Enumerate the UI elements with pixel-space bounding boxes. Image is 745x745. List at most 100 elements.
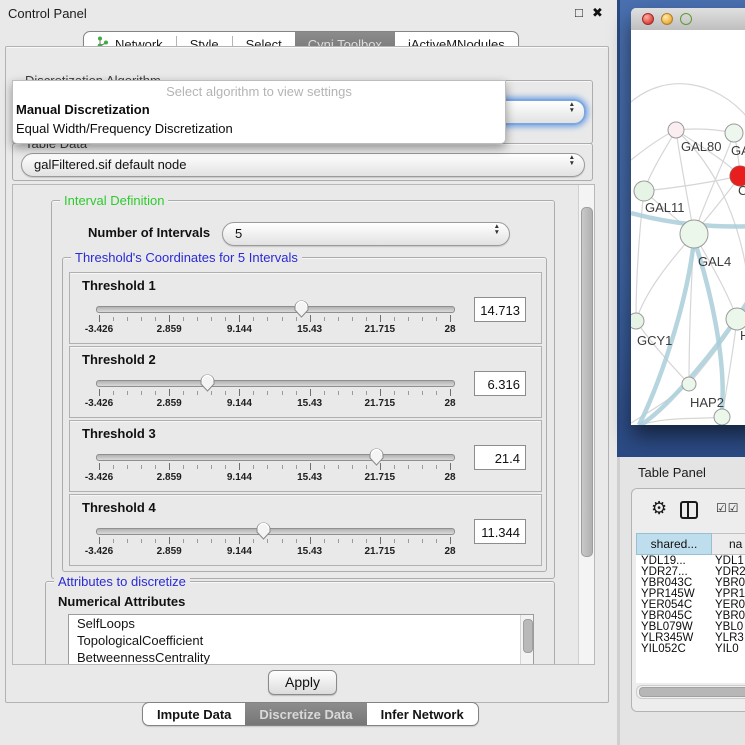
- settings-scrollbar-thumb[interactable]: [581, 207, 593, 557]
- slider-tick: [282, 317, 283, 321]
- slider-tick-label: -3.426: [85, 324, 113, 335]
- threshold-value-field[interactable]: 6.316: [474, 371, 526, 396]
- settings-vertical-scrollbar[interactable]: [578, 185, 594, 664]
- gear-icon[interactable]: ⚙: [651, 498, 667, 519]
- slider-tick: [408, 539, 409, 543]
- slider-tick: [436, 391, 437, 395]
- network-node[interactable]: [726, 308, 745, 330]
- cell-name: YDR2: [712, 566, 745, 577]
- node-table[interactable]: shared... na YDL19...YDL1YDR27...YDR2YBR…: [636, 533, 745, 683]
- slider-tick: [113, 391, 114, 395]
- column-header-name[interactable]: na: [712, 533, 745, 555]
- close-traffic-light[interactable]: [642, 13, 654, 25]
- slider-tick: [422, 539, 423, 543]
- table-horizontal-scrollbar[interactable]: [636, 685, 745, 699]
- network-node[interactable]: [634, 181, 654, 201]
- slider-track[interactable]: [96, 528, 455, 535]
- slider-tick: [408, 317, 409, 321]
- tab-infer-network[interactable]: Infer Network: [367, 703, 478, 725]
- slider-track[interactable]: [96, 380, 455, 387]
- network-node[interactable]: [725, 124, 743, 142]
- threshold-value-field[interactable]: 21.4: [474, 445, 526, 470]
- network-node[interactable]: [714, 409, 730, 425]
- network-node[interactable]: [680, 220, 708, 248]
- threshold-value-field[interactable]: 11.344: [474, 519, 526, 544]
- slider-tick: [450, 315, 451, 322]
- slider-tick-label: 21.715: [365, 472, 396, 483]
- dropdown-option-equal-width-frequency[interactable]: Equal Width/Frequency Discretization: [16, 121, 233, 136]
- table-row[interactable]: YDR27...YDR2: [636, 566, 745, 577]
- slider-track[interactable]: [96, 454, 455, 461]
- slider-tick: [366, 391, 367, 395]
- slider-thumb[interactable]: [199, 373, 216, 393]
- column-header-shared[interactable]: shared...: [636, 533, 712, 555]
- slider-tick: [155, 539, 156, 543]
- control-panel-titlebar: Control Panel □ ✖: [0, 0, 617, 26]
- slider-tick: [99, 537, 100, 544]
- table-row[interactable]: YDL19...YDL1: [636, 555, 745, 566]
- table-row[interactable]: YER054CYER0: [636, 599, 745, 610]
- network-node[interactable]: [682, 377, 696, 391]
- zoom-traffic-light[interactable]: [680, 13, 692, 25]
- table-row[interactable]: YIL052CYIL0: [636, 643, 745, 654]
- slider-tick-label: 9.144: [227, 546, 252, 557]
- list-item[interactable]: TopologicalCoefficient: [69, 632, 533, 649]
- control-panel: Control Panel □ ✖ Network Style Select C…: [0, 0, 618, 745]
- table-data-combobox[interactable]: galFiltered.sif default node ▲▼: [21, 153, 585, 177]
- slider-tick: [267, 465, 268, 469]
- number-of-intervals-value: 5: [235, 226, 242, 241]
- slider-tick-label: 2.859: [157, 472, 182, 483]
- slider-tick-label: 21.715: [365, 546, 396, 557]
- slider-tick: [197, 391, 198, 395]
- numerical-attributes-list[interactable]: SelfLoopsTopologicalCoefficientBetweenne…: [68, 614, 534, 665]
- table-hscrollbar-thumb[interactable]: [639, 687, 745, 697]
- threshold-value-field[interactable]: 14.713: [474, 297, 526, 322]
- network-node[interactable]: [668, 122, 684, 138]
- network-node[interactable]: [631, 313, 644, 329]
- dropdown-option-manual-discretization[interactable]: Manual Discretization: [16, 102, 150, 117]
- list-scrollbar[interactable]: [520, 615, 533, 665]
- threshold-slider[interactable]: -3.4262.8599.14415.4321.71528: [96, 449, 455, 487]
- network-view-window: GAL80GACGAL11GAL4GCY1HHAP2: [631, 8, 745, 425]
- slider-tick: [310, 389, 311, 396]
- slider-tick: [450, 463, 451, 470]
- close-icon[interactable]: ✖: [592, 5, 603, 21]
- tab-impute-data[interactable]: Impute Data: [143, 703, 245, 725]
- app-root: Control Panel □ ✖ Network Style Select C…: [0, 0, 745, 745]
- slider-thumb[interactable]: [368, 447, 385, 467]
- combo-arrows-icon: ▲▼: [569, 155, 575, 166]
- table-panel: Table Panel ⚙ ☑☑ shared... na YDL19...YD…: [617, 457, 745, 745]
- minimize-traffic-light[interactable]: [661, 13, 673, 25]
- tab-discretize-data[interactable]: Discretize Data: [245, 703, 366, 725]
- table-row[interactable]: YBR043CYBR0: [636, 577, 745, 588]
- threshold-slider[interactable]: -3.4262.8599.14415.4321.71528: [96, 301, 455, 339]
- slider-tick: [267, 317, 268, 321]
- checkbox-icons[interactable]: ☑☑: [716, 501, 740, 515]
- network-window-titlebar[interactable]: [631, 8, 745, 31]
- table-row[interactable]: YPR145WYPR1: [636, 588, 745, 599]
- slider-thumb[interactable]: [255, 521, 272, 541]
- threshold-slider[interactable]: -3.4262.8599.14415.4321.71528: [96, 523, 455, 561]
- slider-track[interactable]: [96, 306, 455, 313]
- dropdown-prompt[interactable]: Select algorithm to view settings: [13, 84, 505, 99]
- float-window-icon[interactable]: □: [575, 5, 583, 20]
- table-row[interactable]: YBR045CYBR0: [636, 610, 745, 621]
- network-canvas[interactable]: GAL80GACGAL11GAL4GCY1HHAP2: [631, 30, 745, 425]
- slider-tick: [239, 537, 240, 544]
- table-row[interactable]: YLR345WYLR3: [636, 632, 745, 643]
- list-scrollbar-thumb[interactable]: [523, 619, 533, 653]
- number-of-intervals-label: Number of Intervals: [88, 225, 210, 240]
- tab-infer-network-label: Infer Network: [381, 707, 464, 722]
- slider-tick: [352, 465, 353, 469]
- list-item[interactable]: SelfLoops: [69, 615, 533, 632]
- slider-thumb[interactable]: [293, 299, 310, 319]
- list-item[interactable]: BetweennessCentrality: [69, 649, 533, 665]
- split-columns-icon[interactable]: [680, 501, 698, 519]
- threshold-slider[interactable]: -3.4262.8599.14415.4321.71528: [96, 375, 455, 413]
- table-header-row: shared... na: [636, 533, 745, 555]
- slider-tick: [141, 317, 142, 321]
- number-of-intervals-combobox[interactable]: 5 ▲▼: [222, 222, 510, 246]
- table-row[interactable]: YBL079WYBL0: [636, 621, 745, 632]
- table-panel-card: ⚙ ☑☑ shared... na YDL19...YDL1YDR27...YD…: [631, 488, 745, 712]
- apply-button[interactable]: Apply: [268, 670, 337, 695]
